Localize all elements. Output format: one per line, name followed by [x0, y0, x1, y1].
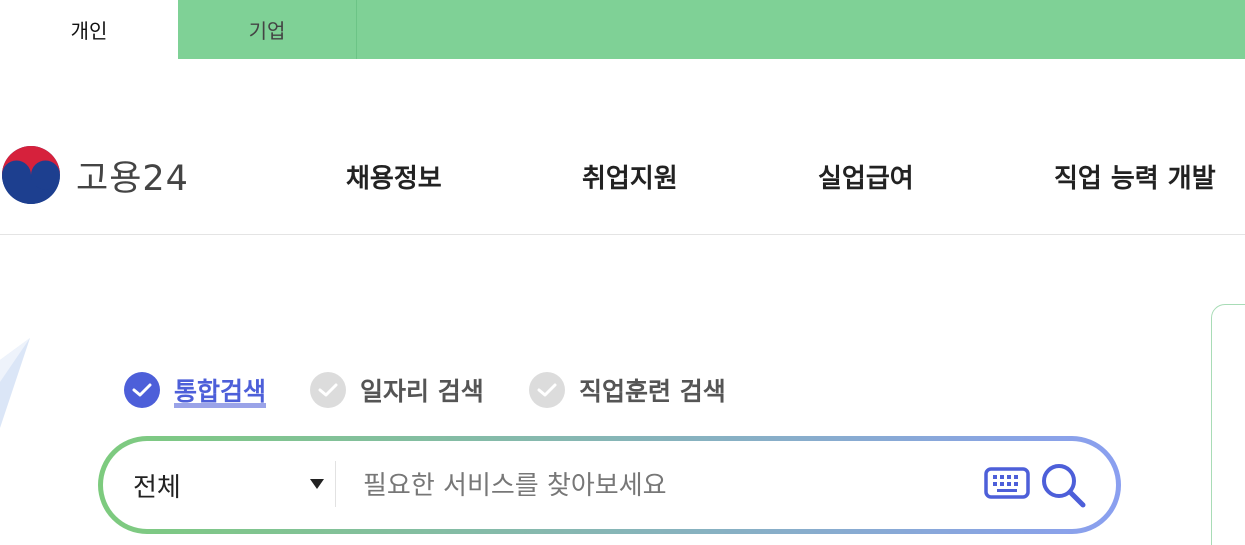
search-type-training[interactable]: 직업훈련 검색	[529, 372, 726, 408]
tab-personal[interactable]: 개인	[0, 0, 178, 59]
site-logo[interactable]: 고용24	[0, 145, 189, 205]
search-input[interactable]	[361, 459, 965, 513]
page: 개인 기업 고용24 채용정보 취업지원 실업급여 직업 능력 개발 통합검색 …	[0, 0, 1245, 545]
search-type-integrated-label: 통합검색	[174, 377, 267, 406]
nav-item-unemployment-benefit[interactable]: 실업급여	[818, 158, 914, 195]
nav-item-vocational-training[interactable]: 직업 능력 개발	[1054, 158, 1216, 195]
nav-item-unemployment-benefit-label: 실업급여	[818, 164, 914, 194]
search-divider	[335, 461, 336, 507]
nav-item-vocational-training-label: 직업 능력 개발	[1054, 164, 1216, 194]
site-header: 고용24 채용정보 취업지원 실업급여 직업 능력 개발	[0, 120, 1245, 235]
paper-plane-decoration	[0, 338, 30, 428]
search-category-value: 전체	[133, 472, 181, 503]
tab-personal-label: 개인	[70, 19, 108, 43]
check-circle-icon	[124, 372, 160, 408]
search-box-inner: 전체	[103, 441, 1116, 529]
nav-item-employment-support-label: 취업지원	[582, 164, 678, 194]
taegeuk-emblem-icon	[2, 146, 60, 204]
nav-item-jobs[interactable]: 채용정보	[346, 158, 442, 195]
caret-down-icon	[310, 479, 324, 489]
search-box: 전체	[98, 436, 1121, 534]
side-panel	[1211, 304, 1245, 545]
logo-text: 고용24	[76, 158, 189, 199]
search-type-training-label: 직업훈련 검색	[579, 377, 726, 406]
check-circle-icon	[310, 372, 346, 408]
tab-business[interactable]: 기업	[178, 0, 357, 59]
keyboard-icon[interactable]	[983, 463, 1031, 503]
search-type-jobs-label: 일자리 검색	[360, 377, 484, 406]
search-category-select[interactable]: 전체	[133, 441, 338, 529]
search-type-integrated[interactable]: 통합검색	[124, 372, 266, 408]
nav-item-employment-support[interactable]: 취업지원	[582, 158, 678, 195]
check-circle-icon	[529, 372, 565, 408]
nav-item-jobs-label: 채용정보	[346, 164, 442, 194]
search-type-jobs[interactable]: 일자리 검색	[310, 372, 484, 408]
tab-business-label: 기업	[248, 19, 286, 43]
audience-tab-bar: 개인 기업	[0, 0, 1245, 59]
search-icon[interactable]	[1039, 461, 1087, 509]
